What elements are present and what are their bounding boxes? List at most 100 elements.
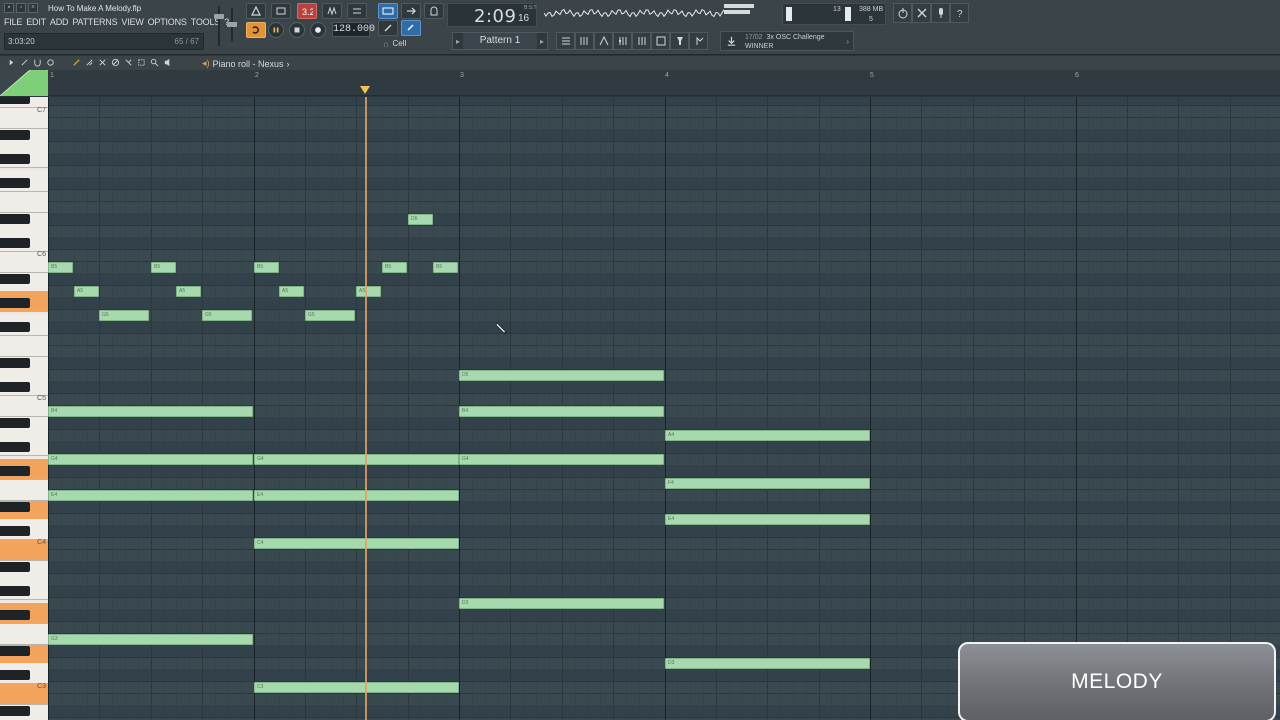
microphone-icon[interactable] [931, 3, 950, 23]
black-key[interactable] [0, 214, 30, 224]
note[interactable]: G4 [254, 454, 459, 465]
draw-tool-icon[interactable] [71, 57, 81, 68]
black-key[interactable] [0, 358, 30, 368]
menu-add[interactable]: ADD [50, 17, 69, 27]
note[interactable]: B5 [382, 262, 407, 273]
black-key[interactable] [0, 298, 30, 308]
black-key[interactable] [0, 382, 30, 392]
black-key[interactable] [0, 562, 30, 572]
note[interactable]: G5 [202, 310, 252, 321]
black-key[interactable] [0, 670, 30, 680]
black-key[interactable] [0, 466, 30, 476]
master-volume-slider[interactable] [213, 6, 225, 48]
zoom-tool-icon[interactable] [149, 57, 159, 68]
help-icon[interactable]: ? [950, 3, 969, 23]
note[interactable]: C4 [254, 538, 459, 549]
note[interactable]: C3 [254, 682, 459, 693]
note[interactable]: E4 [48, 490, 253, 501]
note[interactable]: B5 [433, 262, 458, 273]
master-pitch-slider[interactable] [227, 8, 237, 44]
white-key[interactable] [0, 336, 48, 357]
timeline-ruler[interactable]: 1 2 3 4 5 6 [48, 70, 1280, 96]
mixer-icon[interactable] [613, 32, 632, 50]
note-grid[interactable]: D6 B5 B5 B5 B5 B5 A5 A5 A5 A5 G5 G5 G5 D5 B4 B4 A4 G4 G4 G4… [48, 97, 1280, 720]
note[interactable]: A5 [356, 286, 381, 297]
song-time-display[interactable]: 2:09 16 B:S:T [447, 3, 537, 27]
white-key[interactable] [0, 192, 48, 213]
plugin-icon[interactable] [912, 3, 931, 23]
minimize-icon[interactable]: ▫ [16, 3, 26, 13]
channel-rack-icon[interactable] [575, 32, 594, 50]
note[interactable]: B4 [459, 406, 664, 417]
touch-controller-icon[interactable] [689, 32, 708, 50]
select-tool-icon[interactable] [136, 57, 146, 68]
note[interactable]: A5 [176, 286, 201, 297]
browser-icon[interactable] [651, 32, 670, 50]
paint-tool-icon[interactable] [84, 57, 94, 68]
step-edit-icon[interactable] [322, 3, 342, 19]
record-button[interactable] [310, 22, 326, 38]
pencil-mode-icon[interactable] [378, 20, 398, 36]
note[interactable]: D5 [459, 370, 664, 381]
pattern-selector[interactable]: ▸ Pattern 1 ▸ [452, 32, 548, 50]
countdown-icon[interactable]: 3.2 [297, 3, 317, 19]
stamp-icon[interactable] [45, 57, 55, 68]
black-key[interactable] [0, 646, 30, 656]
playlist-icon[interactable] [556, 32, 575, 50]
note[interactable]: G5 [305, 310, 355, 321]
note[interactable]: D6 [408, 214, 433, 225]
snap-selector[interactable]: ∩ Cell [383, 36, 441, 51]
piano-keyboard[interactable]: C7 C6 C5 C4 C3 [0, 97, 48, 720]
power-icon[interactable] [893, 3, 912, 23]
black-key[interactable] [0, 706, 30, 716]
black-key[interactable] [0, 502, 30, 512]
loop-mode-icon[interactable] [246, 22, 266, 38]
pattern-next-icon[interactable]: ▸ [537, 37, 547, 46]
playback-tool-icon[interactable] [162, 57, 172, 68]
note[interactable]: G4 [459, 454, 664, 465]
note[interactable]: A4 [665, 430, 870, 441]
note[interactable]: F4 [665, 478, 870, 489]
black-key[interactable] [0, 586, 30, 596]
mute-tool-icon[interactable] [110, 57, 120, 68]
slice-tool-icon[interactable] [123, 57, 133, 68]
options-arrow-icon[interactable] [6, 57, 16, 68]
menu-view[interactable]: VIEW [121, 17, 143, 27]
typing-keyboard-icon[interactable] [378, 3, 398, 19]
pause-button[interactable] [268, 22, 284, 38]
black-key[interactable] [0, 97, 30, 104]
magnet-tool-icon[interactable] [32, 57, 42, 68]
black-key[interactable] [0, 154, 30, 164]
channel-settings-icon[interactable] [632, 32, 651, 50]
note[interactable]: D3 [665, 658, 870, 669]
note[interactable]: G4 [48, 454, 253, 465]
white-key[interactable] [0, 480, 48, 501]
menu-file[interactable]: FILE [4, 17, 22, 27]
multilink-icon[interactable] [424, 3, 444, 19]
black-key[interactable] [0, 610, 30, 620]
black-key[interactable] [0, 526, 30, 536]
delete-tool-icon[interactable] [97, 57, 107, 68]
piano-roll-corner[interactable] [0, 69, 48, 97]
playhead-marker[interactable] [360, 86, 370, 94]
pattern-prev-icon[interactable]: ▸ [453, 37, 463, 46]
window-menu-icon[interactable]: ▪ [4, 3, 14, 13]
news-panel[interactable]: 17/02 3x OSC Challenge WINNER › [720, 31, 854, 51]
stop-button[interactable] [289, 22, 305, 38]
note[interactable]: G3 [48, 634, 253, 645]
black-key[interactable] [0, 238, 30, 248]
note[interactable]: D3 [459, 598, 664, 609]
note[interactable]: B5 [48, 262, 73, 273]
black-key[interactable] [0, 418, 30, 428]
link-icon[interactable] [401, 20, 421, 36]
black-key[interactable] [0, 322, 30, 332]
snap-tool-icon[interactable] [19, 57, 29, 68]
note[interactable]: A5 [74, 286, 99, 297]
note[interactable]: B5 [151, 262, 176, 273]
wait-for-input-icon[interactable] [271, 3, 291, 19]
step-sequencer-icon[interactable] [401, 3, 421, 19]
note[interactable]: B5 [254, 262, 279, 273]
menu-options[interactable]: OPTIONS [148, 17, 187, 27]
blend-recording-icon[interactable] [347, 3, 367, 19]
piano-roll-title-bar[interactable]: ◂) Piano roll - Nexus › [202, 58, 290, 69]
